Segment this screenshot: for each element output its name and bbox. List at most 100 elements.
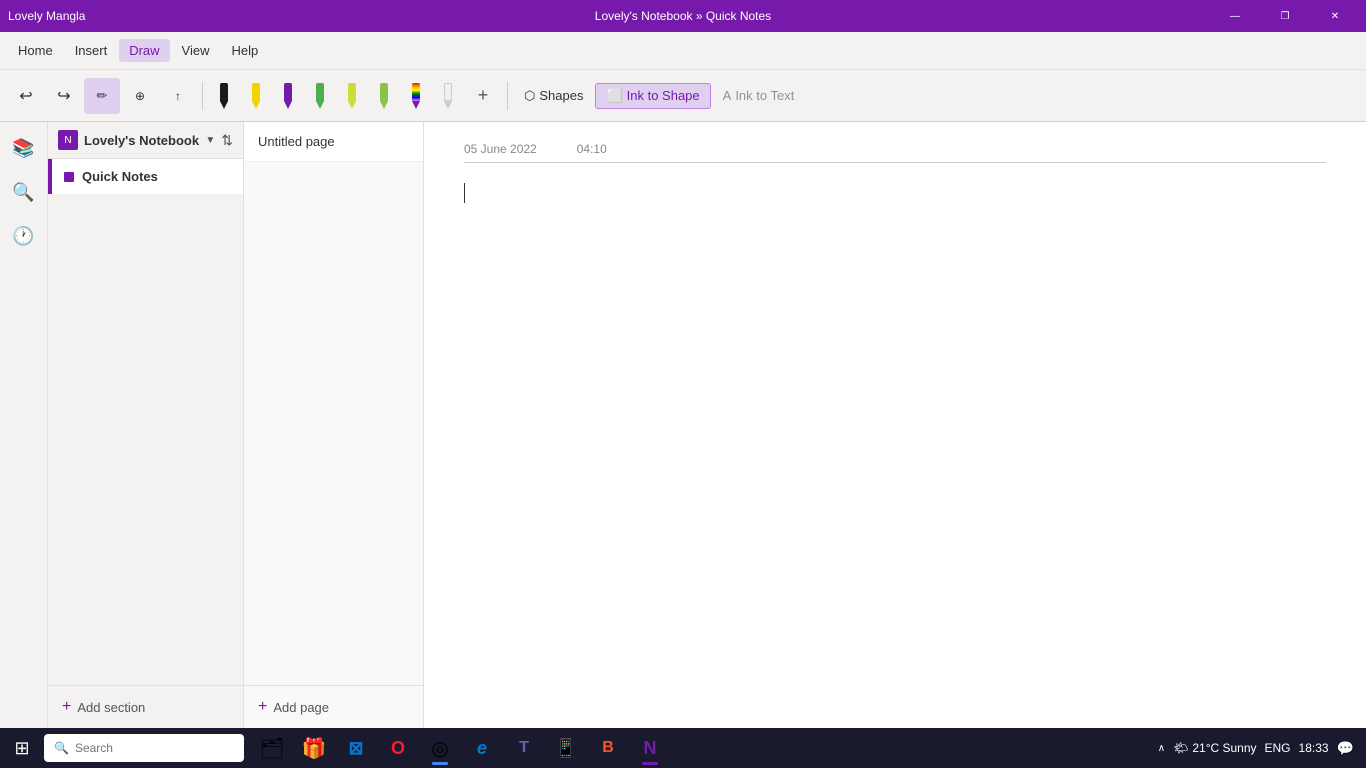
window-title: Lovely's Notebook » Quick Notes bbox=[595, 9, 771, 23]
search-icon: 🔍 bbox=[54, 741, 69, 755]
taskbar-app-whatsapp[interactable]: 📱 bbox=[546, 728, 586, 768]
ink-to-text-label: Ink to Text bbox=[735, 88, 794, 103]
opera-icon: O bbox=[391, 738, 405, 759]
content-area[interactable]: 05 June 2022 04:10 bbox=[424, 122, 1366, 728]
pen-rainbow[interactable] bbox=[401, 78, 431, 114]
page-panel: Untitled page + Add page bbox=[244, 122, 424, 728]
shapes-button[interactable]: ⬡ Shapes bbox=[514, 84, 593, 108]
pen-black[interactable] bbox=[209, 78, 239, 114]
taskbar-app-onenote[interactable]: N bbox=[630, 728, 670, 768]
chrome-icon: ◎ bbox=[431, 736, 448, 761]
widgets-icon: 🎁 bbox=[302, 736, 327, 761]
section-label: Quick Notes bbox=[82, 169, 158, 184]
ink-to-shape-button[interactable]: ⬜ Ink to Shape bbox=[595, 83, 710, 109]
ink-to-text-icon: A bbox=[723, 88, 732, 103]
user-section: Lovely Mangla bbox=[8, 9, 85, 23]
history-icon[interactable]: 🕐 bbox=[6, 218, 42, 254]
pen-green[interactable] bbox=[305, 78, 335, 114]
pen-purple[interactable] bbox=[273, 78, 303, 114]
minimize-button[interactable]: — bbox=[1212, 0, 1258, 32]
page-date-line: 05 June 2022 04:10 bbox=[464, 142, 1326, 163]
brave-icon: B bbox=[602, 739, 614, 757]
menubar: Home Insert Draw View Help bbox=[0, 32, 1366, 70]
page-content: 05 June 2022 04:10 bbox=[424, 122, 1366, 728]
taskbar-app-chrome[interactable]: ◎ bbox=[420, 728, 460, 768]
notebook-name: Lovely's Notebook bbox=[84, 133, 199, 148]
toolbar-separator-2 bbox=[507, 82, 508, 110]
shapes-icon: ⬡ bbox=[524, 88, 535, 104]
main-layout: 📚 🔍 🕐 N Lovely's Notebook ▼ ⇅ Quick Note… bbox=[0, 122, 1366, 728]
pen-olive[interactable] bbox=[369, 78, 399, 114]
section-color-dot bbox=[64, 172, 74, 182]
add-section-button[interactable]: + Add section bbox=[48, 685, 243, 728]
chrome-indicator bbox=[432, 762, 448, 765]
titlebar: Lovely Mangla Lovely's Notebook » Quick … bbox=[0, 0, 1366, 32]
lasso-select-button[interactable]: ✏ bbox=[84, 78, 120, 114]
add-pen-button[interactable]: + bbox=[465, 78, 501, 114]
menu-view[interactable]: View bbox=[172, 39, 220, 62]
onenote-icon: N bbox=[644, 738, 657, 759]
notification-icon[interactable]: 💬 bbox=[1337, 740, 1354, 757]
onenote-indicator bbox=[642, 762, 658, 765]
notebook-icon: N bbox=[58, 130, 78, 150]
page-label: Untitled page bbox=[258, 134, 335, 149]
menu-insert[interactable]: Insert bbox=[65, 39, 118, 62]
add-page-icon: + bbox=[258, 698, 267, 716]
undo-button[interactable]: ↩ bbox=[8, 78, 44, 114]
taskbar-app-edge[interactable]: e bbox=[462, 728, 502, 768]
add-section-icon: + bbox=[62, 698, 71, 716]
search-input[interactable] bbox=[75, 741, 215, 755]
language-indicator: ENG bbox=[1265, 741, 1291, 755]
user-name: Lovely Mangla bbox=[8, 9, 85, 23]
weather-text: 21°C Sunny bbox=[1192, 741, 1256, 755]
section-list: Quick Notes bbox=[48, 159, 243, 685]
store-icon: ⊠ bbox=[348, 738, 363, 759]
notebook-dropdown-icon: ▼ bbox=[205, 135, 215, 146]
toolbar-separator-1 bbox=[202, 82, 203, 110]
taskbar-search[interactable]: 🔍 bbox=[44, 734, 244, 762]
ink-to-text-button[interactable]: A Ink to Text bbox=[713, 84, 805, 107]
taskbar-app-explorer[interactable]: 🗂 bbox=[252, 728, 292, 768]
taskbar-app-widgets[interactable]: 🎁 bbox=[294, 728, 334, 768]
start-button[interactable]: ⊞ bbox=[4, 730, 40, 766]
add-page-label: Add page bbox=[273, 700, 329, 715]
page-item-untitled[interactable]: Untitled page bbox=[244, 122, 423, 162]
pen-white[interactable] bbox=[433, 78, 463, 114]
section-panel: N Lovely's Notebook ▼ ⇅ Quick Notes + Ad… bbox=[48, 122, 244, 728]
eraser-up-button[interactable]: ↑ bbox=[160, 78, 196, 114]
tray-expand-icon[interactable]: ∧ bbox=[1158, 743, 1165, 754]
add-page-button[interactable]: + Add page bbox=[244, 685, 423, 728]
sort-icon[interactable]: ⇅ bbox=[221, 132, 233, 149]
clock: 18:33 bbox=[1299, 741, 1329, 755]
taskbar-app-opera[interactable]: O bbox=[378, 728, 418, 768]
explorer-icon: 🗂 bbox=[259, 736, 284, 761]
ink-to-shape-icon: ⬜ bbox=[606, 88, 622, 104]
text-cursor bbox=[464, 183, 465, 203]
window-controls: — ❐ ✕ bbox=[1212, 0, 1358, 32]
search-rail-icon[interactable]: 🔍 bbox=[6, 174, 42, 210]
pen-lime[interactable] bbox=[337, 78, 367, 114]
menu-help[interactable]: Help bbox=[222, 39, 269, 62]
menu-home[interactable]: Home bbox=[8, 39, 63, 62]
menu-draw[interactable]: Draw bbox=[119, 39, 169, 62]
page-time: 04:10 bbox=[577, 142, 607, 156]
notebooks-icon[interactable]: 📚 bbox=[6, 130, 42, 166]
maximize-button[interactable]: ❐ bbox=[1262, 0, 1308, 32]
close-button[interactable]: ✕ bbox=[1312, 0, 1358, 32]
taskbar-app-store[interactable]: ⊠ bbox=[336, 728, 376, 768]
notebook-header[interactable]: N Lovely's Notebook ▼ ⇅ bbox=[48, 122, 243, 159]
redo-button[interactable]: ↪ bbox=[46, 78, 82, 114]
weather-info: 🌤 21°C Sunny bbox=[1173, 741, 1256, 755]
section-item-quick-notes[interactable]: Quick Notes bbox=[48, 159, 243, 194]
ink-to-shape-label: Ink to Shape bbox=[627, 88, 700, 103]
sys-tray: ∧ 🌤 21°C Sunny ENG 18:33 💬 bbox=[1158, 740, 1362, 757]
toolbar: ↩ ↪ ✏ ⊕ ↑ bbox=[0, 70, 1366, 122]
teams-icon: T bbox=[519, 739, 529, 757]
taskbar: ⊞ 🔍 🗂 🎁 ⊠ O ◎ e T bbox=[0, 728, 1366, 768]
pen-yellow[interactable] bbox=[241, 78, 271, 114]
edge-icon: e bbox=[477, 738, 487, 759]
taskbar-app-brave[interactable]: B bbox=[588, 728, 628, 768]
eraser-circle-button[interactable]: ⊕ bbox=[122, 78, 158, 114]
taskbar-app-teams[interactable]: T bbox=[504, 728, 544, 768]
page-date: 05 June 2022 bbox=[464, 142, 537, 156]
